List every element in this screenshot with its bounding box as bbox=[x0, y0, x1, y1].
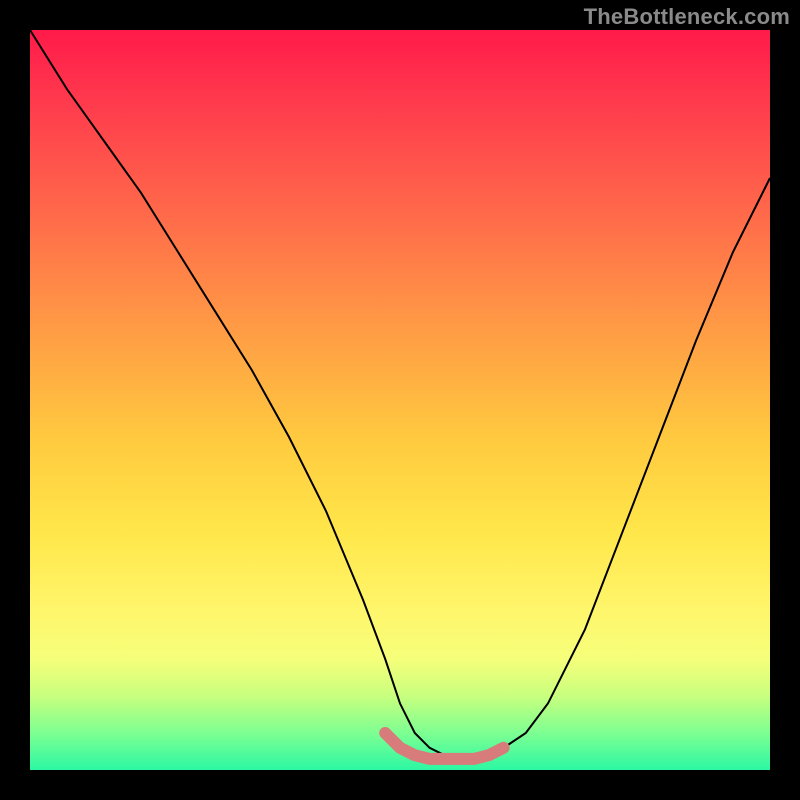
series-bottleneck-curve bbox=[30, 30, 770, 755]
series-sweet-spot-band bbox=[385, 733, 503, 759]
plot-area bbox=[30, 30, 770, 770]
chart-frame: TheBottleneck.com bbox=[0, 0, 800, 800]
watermark-text: TheBottleneck.com bbox=[584, 4, 790, 30]
chart-svg bbox=[30, 30, 770, 770]
